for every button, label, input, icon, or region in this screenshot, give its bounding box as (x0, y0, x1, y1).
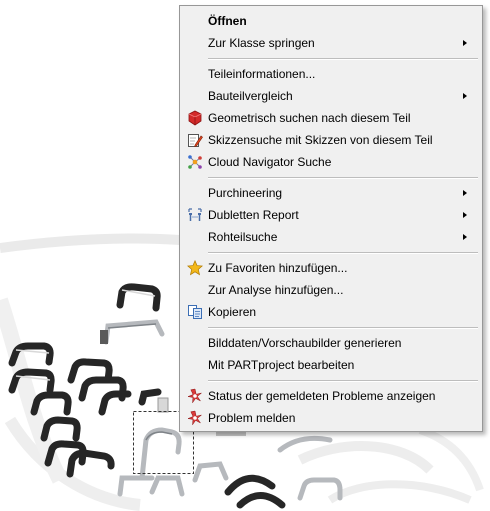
menu-item-label: Bilddaten/Vorschaubilder generieren (208, 336, 402, 350)
submenu-arrow-icon (463, 212, 467, 218)
menu-item-cloud-navigator-suche[interactable]: Cloud Navigator Suche (180, 151, 482, 173)
menu-item-label: Status der gemeldeten Probleme anzeigen (208, 389, 436, 403)
report-problem-icon (187, 410, 202, 426)
menu-item-label: Dubletten Report (208, 208, 299, 222)
submenu-arrow-icon (463, 40, 467, 46)
menu-item-status-gemeldete-probleme[interactable]: Status der gemeldeten Probleme anzeigen (180, 385, 482, 407)
submenu-arrow-icon (463, 234, 467, 240)
menu-item-label: Mit PARTproject bearbeiten (208, 358, 355, 372)
submenu-arrow-icon (463, 190, 467, 196)
menu-item-label: Purchineering (208, 186, 283, 200)
copy-icon (188, 305, 202, 319)
menu-separator (208, 177, 478, 179)
menu-item-label: Zur Analyse hinzufügen... (208, 283, 344, 297)
menu-item-geometrisch-suchen[interactable]: Geometrisch suchen nach diesem Teil (180, 107, 482, 129)
menu-item-zu-favoriten-hinzufuegen[interactable]: Zu Favoriten hinzufügen... (180, 257, 482, 279)
menu-item-label: Öffnen (208, 14, 247, 28)
menu-item-zur-analyse-hinzufuegen[interactable]: Zur Analyse hinzufügen... (180, 279, 482, 301)
cloud-network-icon (188, 155, 202, 169)
menu-item-label: Geometrisch suchen nach diesem Teil (208, 111, 411, 125)
submenu-arrow-icon (463, 93, 467, 99)
menu-item-label: Kopieren (208, 305, 257, 319)
menu-item-label: Zur Klasse springen (208, 36, 315, 50)
menu-item-rohteilsuche[interactable]: Rohteilsuche (180, 226, 482, 248)
menu-item-label: Zu Favoriten hinzufügen... (208, 261, 348, 275)
duplicate-report-icon (188, 208, 202, 221)
star-icon (187, 260, 203, 276)
menu-item-oeffnen[interactable]: Öffnen (180, 10, 482, 32)
menu-item-skizzensuche[interactable]: Skizzensuche mit Skizzen von diesem Teil (180, 129, 482, 151)
menu-item-label: Rohteilsuche (208, 230, 278, 244)
sketch-pencil-icon (188, 134, 203, 148)
menu-item-mit-partproject-bearbeiten[interactable]: Mit PARTproject bearbeiten (180, 354, 482, 376)
menu-separator (208, 252, 478, 254)
menu-item-kopieren[interactable]: Kopieren (180, 301, 482, 323)
menu-item-label: Teileinformationen... (208, 67, 316, 81)
menu-item-bilddaten-generieren[interactable]: Bilddaten/Vorschaubilder generieren (180, 332, 482, 354)
menu-separator (208, 380, 478, 382)
menu-separator (208, 58, 478, 60)
menu-item-bauteilvergleich[interactable]: Bauteilvergleich (180, 85, 482, 107)
menu-item-teileinformationen[interactable]: Teileinformationen... (180, 63, 482, 85)
menu-item-label: Problem melden (208, 411, 296, 425)
problem-status-icon (187, 388, 202, 404)
red-cube-icon (188, 110, 202, 126)
menu-item-label: Cloud Navigator Suche (208, 155, 332, 169)
menu-item-purchineering[interactable]: Purchineering (180, 182, 482, 204)
context-menu: Öffnen Zur Klasse springen Teileinformat… (179, 5, 483, 432)
menu-item-dubletten-report[interactable]: Dubletten Report (180, 204, 482, 226)
menu-item-zur-klasse-springen[interactable]: Zur Klasse springen (180, 32, 482, 54)
menu-item-label: Skizzensuche mit Skizzen von diesem Teil (208, 133, 433, 147)
menu-separator (208, 327, 478, 329)
menu-item-problem-melden[interactable]: Problem melden (180, 407, 482, 429)
menu-item-label: Bauteilvergleich (208, 89, 293, 103)
